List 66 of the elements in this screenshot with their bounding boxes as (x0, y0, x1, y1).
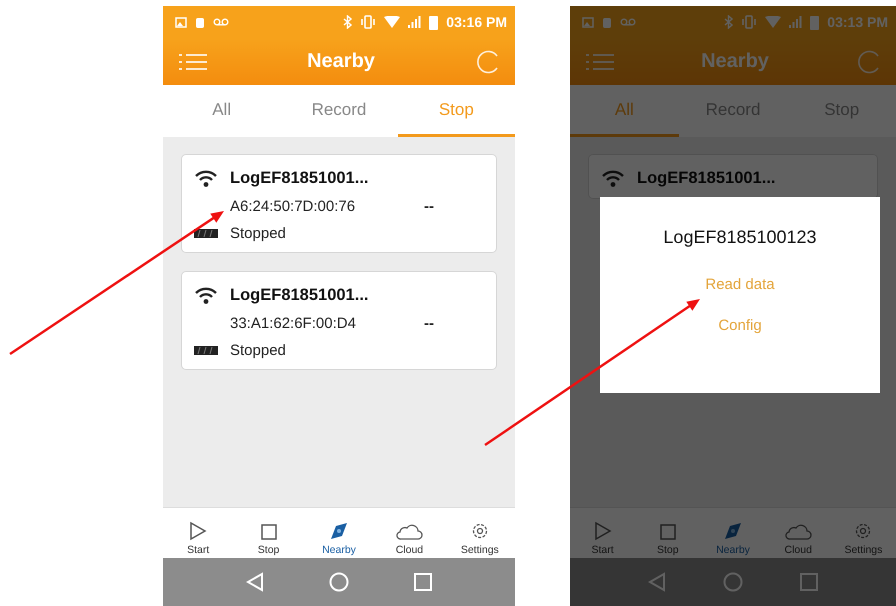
device-name: LogEF81851001... (637, 169, 776, 188)
image-icon (582, 16, 594, 28)
device-card[interactable]: LogEF81851001... (588, 154, 878, 199)
play-icon (189, 521, 208, 541)
menu-icon[interactable] (586, 52, 614, 72)
bluetooth-icon (724, 15, 734, 29)
status-time: 03:13 PM (827, 14, 888, 30)
recents-icon[interactable] (800, 573, 818, 591)
nav-item[interactable]: Cloud (374, 508, 445, 558)
menu-icon[interactable] (179, 52, 207, 72)
voicemail-icon (620, 18, 636, 26)
play-icon (594, 521, 612, 541)
device-name: LogEF81851001... (230, 286, 370, 305)
compass-icon (329, 521, 350, 541)
recents-icon[interactable] (414, 573, 432, 591)
device-name: LogEF81851001... (230, 169, 370, 188)
bluetooth-icon (343, 15, 352, 29)
nav-item[interactable]: Stop (635, 508, 700, 558)
signal-icon (789, 16, 802, 28)
nav-item[interactable]: Start (163, 508, 234, 558)
battery-icon (429, 14, 438, 30)
device-address: A6:24:50:7D:00:76 (230, 198, 356, 215)
battery-icon (194, 346, 218, 355)
screen-title: Nearby (306, 50, 376, 73)
home-icon[interactable] (328, 572, 349, 592)
back-icon[interactable] (246, 572, 264, 592)
wifi-icon (601, 170, 625, 188)
battery-icon (810, 14, 820, 30)
screen-title: Nearby (700, 50, 770, 73)
tab[interactable]: All (163, 85, 280, 137)
nav-item[interactable]: Settings (830, 508, 896, 558)
wifi-signal-icon (384, 16, 400, 28)
nav-item[interactable]: Start (570, 508, 636, 558)
wifi-icon (194, 286, 218, 304)
nav-item[interactable]: Nearby (304, 508, 374, 558)
battery-icon (194, 229, 218, 238)
signal-icon (408, 16, 422, 28)
tab[interactable]: Record (280, 85, 398, 137)
dialog-action[interactable]: Read data (695, 270, 785, 299)
nav-item[interactable]: Stop (233, 508, 304, 558)
nav-item[interactable]: Cloud (766, 508, 831, 558)
device-status: Stopped (230, 342, 287, 359)
device-address: 33:A1:62:6F:00:D4 (230, 315, 357, 332)
status-time: 03:16 PM (446, 14, 507, 30)
stop-icon (260, 523, 278, 541)
nav-item[interactable]: Settings (444, 508, 515, 558)
device-status: Stopped (230, 225, 287, 242)
stop-icon (658, 523, 677, 541)
device-card[interactable]: LogEF81851001... A6:24:50:7D:00:76 -- Stopped (181, 154, 497, 253)
vibrate-icon (741, 15, 758, 29)
device-card[interactable]: LogEF81851001... 33:A1:62:6F:00:D4 -- Stopped (181, 271, 497, 370)
dialog-action[interactable]: Config (708, 311, 772, 340)
vibrate-icon (360, 15, 376, 29)
device-reading: -- (424, 315, 435, 332)
dialog-title: LogEF8185100123 (663, 227, 817, 248)
cloud-icon (395, 523, 424, 541)
voicemail-icon (213, 18, 229, 26)
nav-item[interactable]: Nearby (700, 508, 766, 558)
wifi-icon (194, 170, 218, 188)
device-reading: -- (424, 198, 435, 215)
wifi-signal-icon (765, 16, 782, 28)
home-icon[interactable] (722, 572, 743, 592)
back-icon[interactable] (648, 572, 666, 592)
compass-icon (723, 521, 743, 541)
cloud-icon (784, 523, 812, 541)
image-icon (175, 16, 187, 28)
